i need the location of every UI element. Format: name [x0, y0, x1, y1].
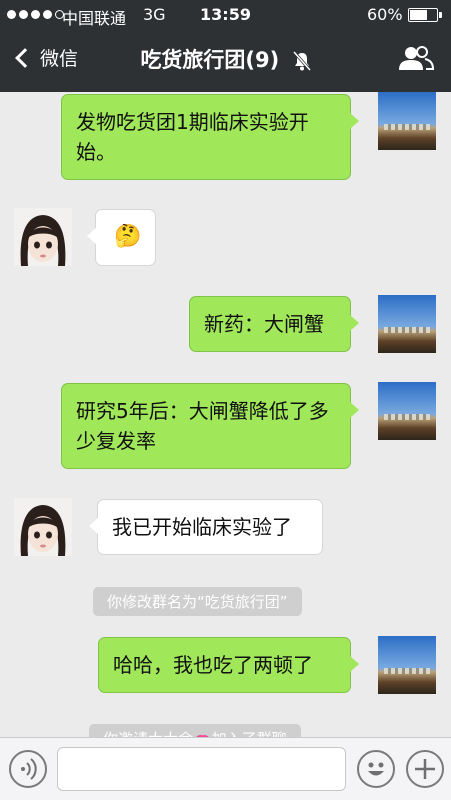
battery-percent: 60%: [367, 5, 403, 24]
message-bubble[interactable]: 哈哈，我也吃了两顿了: [98, 637, 359, 693]
my-avatar[interactable]: [378, 636, 436, 694]
status-bar: 中国联通 3G 13:59 60%: [0, 0, 451, 30]
message-text: 发物吃货团1期临床实验开始。: [76, 110, 309, 164]
sender-avatar[interactable]: [14, 208, 72, 266]
voice-button[interactable]: [9, 750, 47, 788]
top-bar: 中国联通 3G 13:59 60% 微信 吃货旅行团(9): [0, 0, 451, 92]
message-bubble[interactable]: 我已开始临床实验了: [89, 499, 323, 555]
sender-avatar[interactable]: [14, 498, 72, 556]
back-label: 微信: [40, 48, 79, 70]
more-button[interactable]: [406, 750, 444, 788]
back-chevron-icon: [15, 47, 35, 68]
message-bubble[interactable]: 发物吃货团1期临床实验开始。: [61, 94, 359, 180]
thinking-emoji-icon: 🤔: [114, 224, 142, 249]
voice-icon: [21, 758, 37, 780]
mute-bell-icon: [292, 51, 311, 71]
my-avatar[interactable]: [378, 382, 436, 440]
chat-title: 吃货旅行团(9): [140, 48, 280, 72]
message-text: 研究5年后：大闸蟹降低了多少复发率: [76, 399, 329, 453]
system-notice: 你修改群名为“吃货旅行团”: [93, 587, 302, 616]
back-button[interactable]: 微信: [12, 44, 78, 71]
group-members-icon[interactable]: [398, 44, 434, 72]
message-bubble[interactable]: 新药：大闸蟹: [189, 296, 359, 352]
battery-icon: [408, 8, 442, 22]
message-text: 哈哈，我也吃了两顿了: [113, 653, 313, 677]
message-text: 我已开始临床实验了: [112, 515, 292, 539]
message-bubble[interactable]: 研究5年后：大闸蟹降低了多少复发率: [61, 383, 359, 469]
input-bar: [0, 737, 451, 800]
chat-title-wrap: 吃货旅行团(9): [120, 44, 331, 74]
my-avatar[interactable]: [378, 92, 436, 150]
navigation-bar: 微信 吃货旅行团(9): [0, 30, 451, 90]
message-input[interactable]: [57, 747, 346, 791]
my-avatar[interactable]: [378, 295, 436, 353]
emoji-icon: [368, 762, 384, 776]
plus-icon: [415, 759, 435, 779]
system-notice-text: 你修改群名为“吃货旅行团”: [107, 593, 288, 611]
emoji-button[interactable]: [357, 750, 395, 788]
message-bubble[interactable]: 🤔: [87, 209, 156, 266]
message-text: 新药：大闸蟹: [204, 312, 324, 336]
